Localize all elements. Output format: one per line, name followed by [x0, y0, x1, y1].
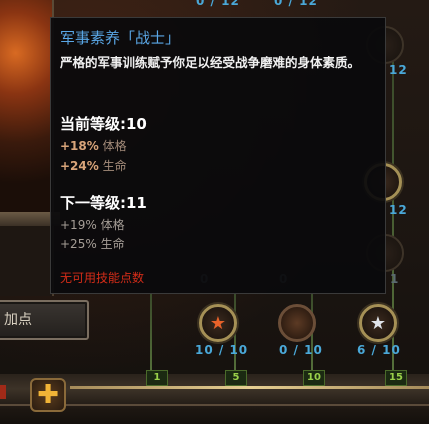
skill-tooltip: 军事素养「战士」 严格的军事训练赋予你足以经受战争磨难的身体素质。 当前等级:1…: [50, 17, 386, 294]
skill-counter-3: 6 / 10: [357, 343, 401, 357]
bonus-value: +25%: [60, 237, 97, 251]
right-counter-1: 12: [389, 63, 408, 77]
skill-tree-screen: 0 / 12 0 / 12 12 12 1 0 0 ★ 10 / 10 0 / …: [0, 0, 429, 424]
next-level-label: 下一等级:11: [60, 194, 147, 212]
points-button-label: 加点: [4, 312, 32, 328]
tooltip-title: 军事素养「战士」: [60, 29, 181, 47]
next-bonus-row: +25% 生命: [60, 235, 125, 252]
bonus-stat: 生命: [100, 237, 125, 251]
add-point-button[interactable]: ✚: [30, 378, 66, 412]
current-bonus-row: +24% 生命: [60, 157, 127, 174]
bonus-stat: 生命: [102, 159, 127, 173]
next-bonus-row: +19% 体格: [60, 216, 125, 233]
current-bonus-row: +18% 体格: [60, 137, 127, 154]
star-icon: ★: [209, 312, 227, 334]
no-points-warning: 无可用技能点数: [60, 271, 145, 285]
character-portrait: [0, 0, 54, 212]
skill-counter-1: 10 / 10: [195, 343, 249, 357]
skill-node-star-silver[interactable]: ★: [359, 304, 397, 342]
skill-counter-2: 0 / 10: [279, 343, 323, 357]
skill-node-brown[interactable]: [278, 304, 316, 342]
right-counter-2: 12: [389, 203, 408, 217]
star-icon: ★: [369, 312, 387, 334]
milestone-marker: 10: [303, 370, 325, 386]
rail-red-marker: [0, 385, 6, 399]
top-counter-1: 0 / 12: [196, 0, 240, 8]
bonus-value: +19%: [60, 218, 97, 232]
tree-line: [150, 294, 152, 374]
bonus-stat: 体格: [102, 139, 127, 153]
tree-line: [234, 294, 236, 374]
skill-node-star-gold[interactable]: ★: [199, 304, 237, 342]
plus-icon: ✚: [37, 380, 59, 410]
top-counter-2: 0 / 12: [274, 0, 318, 8]
milestone-marker: 1: [146, 370, 168, 386]
tooltip-description: 严格的军事训练赋予你足以经受战争磨难的身体素质。: [60, 55, 361, 70]
bonus-value: +24%: [60, 159, 99, 173]
current-level-label: 当前等级:10: [60, 115, 147, 133]
points-button[interactable]: 加点: [0, 300, 89, 340]
milestone-marker: 5: [225, 370, 247, 386]
left-panel: [0, 226, 54, 296]
milestone-marker: 15: [385, 370, 407, 386]
bonus-stat: 体格: [100, 218, 125, 232]
bonus-value: +18%: [60, 139, 99, 153]
rail-progress-line: [70, 386, 429, 389]
right-counter-3: 1: [390, 272, 400, 286]
